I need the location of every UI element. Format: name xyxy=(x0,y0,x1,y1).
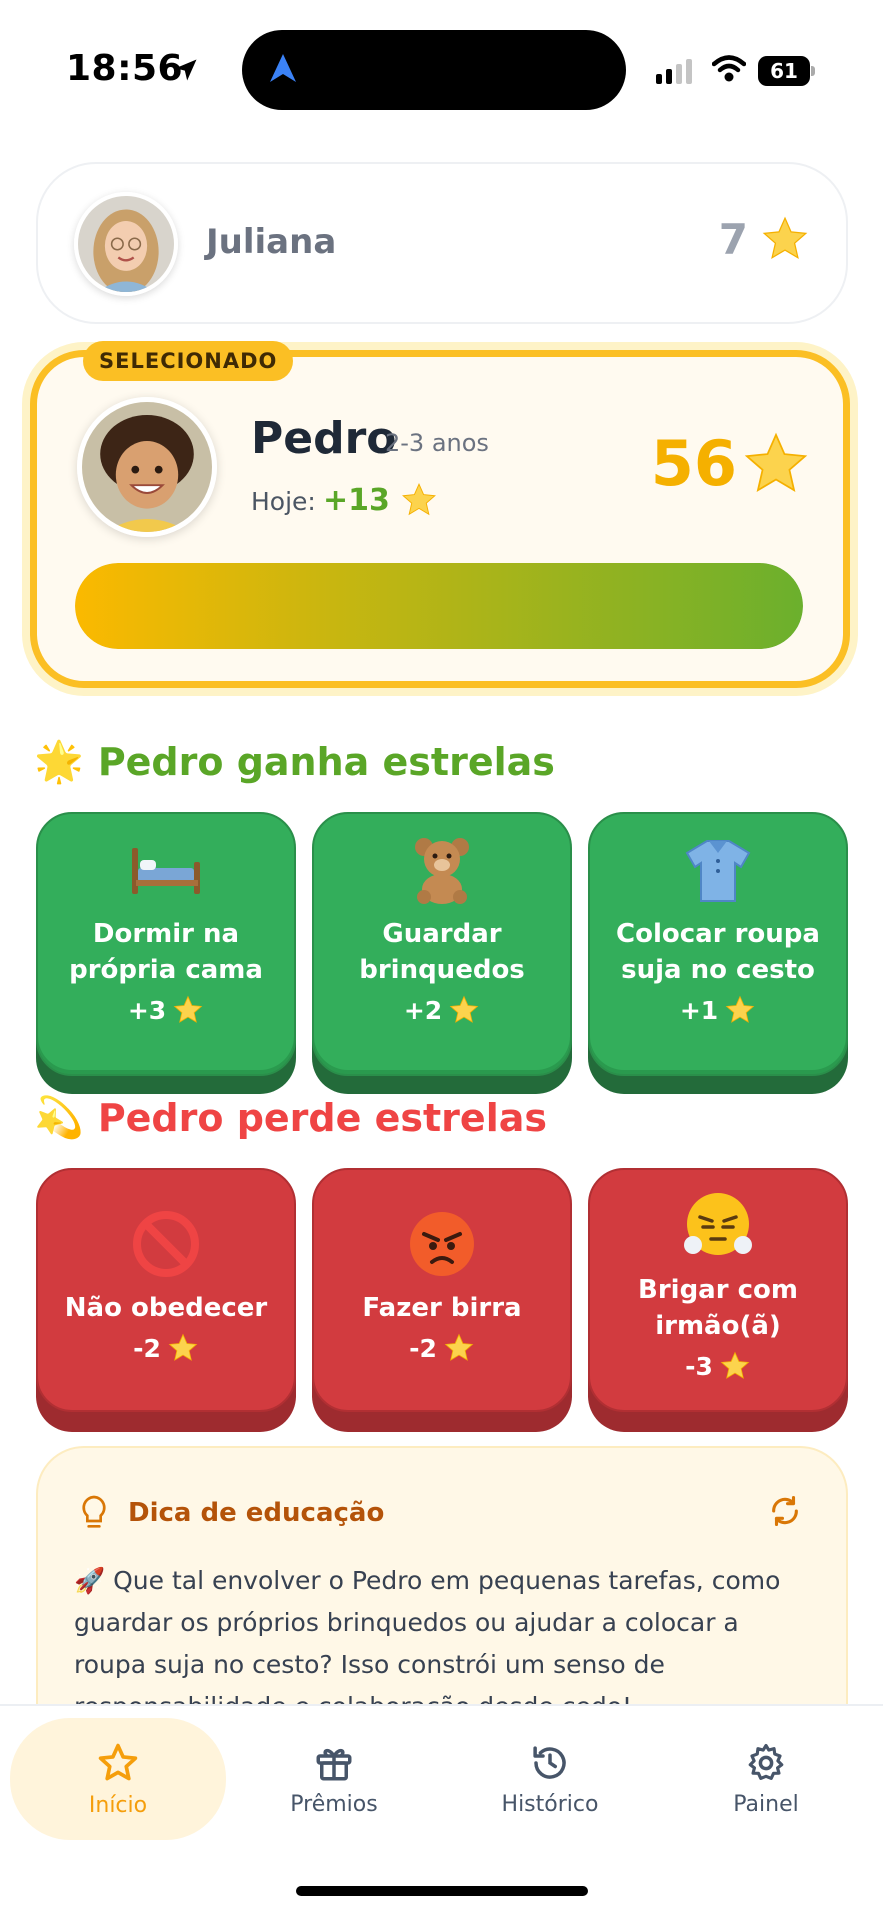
earn-section-title: 🌟 Pedro ganha estrelas xyxy=(34,738,555,785)
dynamic-island xyxy=(242,30,626,110)
battery-tip xyxy=(811,66,815,76)
earn-points: +1 xyxy=(680,994,756,1026)
lose-points: -2 xyxy=(133,1332,199,1364)
total-stars-value: 56 xyxy=(650,427,737,500)
earn-points: +2 xyxy=(404,994,480,1026)
progress-bar xyxy=(75,563,803,649)
nav-label: Painel xyxy=(733,1791,799,1817)
glowing-star-icon: 🌟 xyxy=(34,739,84,785)
wifi-icon xyxy=(712,55,746,82)
nav-label: Histórico xyxy=(501,1791,599,1817)
lose-button-tantrum[interactable]: Fazer birra -2 xyxy=(312,1168,572,1412)
star-icon xyxy=(444,1333,474,1361)
lose-button-fight[interactable]: Brigar com irmão(ã) -3 xyxy=(588,1168,848,1412)
nav-label: Início xyxy=(88,1792,148,1818)
avatar-pedro xyxy=(77,397,217,537)
tip-body: Que tal envolver o Pedro em pequenas tar… xyxy=(74,1566,781,1721)
today-label: Hoje: xyxy=(251,487,316,516)
rocket-icon: 🚀 xyxy=(74,1566,106,1595)
location-arrow-icon xyxy=(175,59,197,81)
status-bar: 18:56 61 xyxy=(0,0,883,140)
selected-badge: SELECIONADO xyxy=(83,341,294,381)
kid-card-juliana[interactable]: Juliana 7 xyxy=(36,162,848,324)
lose-points-value: -3 xyxy=(685,1351,713,1381)
clock: 18:56 xyxy=(66,48,184,89)
lose-label-line1: Fazer birra xyxy=(362,1293,522,1323)
selected-kid-name: Pedro xyxy=(251,413,397,464)
dizzy-icon: 💫 xyxy=(34,1095,84,1141)
nav-item-historico[interactable]: Histórico xyxy=(442,1718,658,1840)
angry-face-icon xyxy=(408,1206,476,1282)
star-icon xyxy=(762,216,808,260)
kid-star-count: 7 xyxy=(719,214,810,264)
star-icon xyxy=(401,482,436,516)
earn-label-line1: Dormir na xyxy=(92,919,240,949)
earn-points-value: +1 xyxy=(679,995,719,1025)
selected-kid-age: 2-3 anos xyxy=(385,429,489,457)
earn-label-line1: Colocar roupa xyxy=(616,919,820,949)
teddy-bear-icon xyxy=(408,832,476,908)
star-icon xyxy=(173,995,203,1023)
star-icon xyxy=(720,1351,750,1379)
lose-points-value: -2 xyxy=(133,1333,161,1363)
progress-bar-fill xyxy=(75,563,803,649)
star-count-value: 7 xyxy=(718,214,748,264)
earn-button-bed[interactable]: Dormir na própria cama +3 xyxy=(36,812,296,1076)
today-value-text: +13 xyxy=(323,482,390,518)
earn-button-laundry[interactable]: Colocar roupa suja no cesto +1 xyxy=(588,812,848,1076)
battery-indicator: 61 xyxy=(758,56,810,86)
steam-face-icon xyxy=(683,1188,753,1264)
today-value: +13 xyxy=(323,481,438,519)
earn-label-line2: brinquedos xyxy=(359,955,525,985)
lose-points: -3 xyxy=(685,1350,751,1382)
tip-text: 🚀 Que tal envolver o Pedro em pequenas t… xyxy=(74,1560,814,1728)
star-icon xyxy=(744,432,808,492)
avatar-juliana xyxy=(74,192,178,296)
bed-icon xyxy=(128,832,204,908)
home-indicator xyxy=(296,1886,588,1896)
lose-label-line2: irmão(ã) xyxy=(655,1311,781,1341)
selected-kid-card[interactable]: SELECIONADO Pedro 2-3 anos Hoje: +13 56 xyxy=(30,341,850,688)
lose-label-line1: Não obedecer xyxy=(64,1293,268,1323)
lose-section-title: 💫 Pedro perde estrelas xyxy=(34,1094,547,1141)
lose-button-disobey[interactable]: Não obedecer -2 xyxy=(36,1168,296,1412)
gift-icon xyxy=(316,1748,352,1780)
earn-label-line2: própria cama xyxy=(69,955,263,985)
nav-item-painel[interactable]: Painel xyxy=(658,1718,874,1840)
earn-points-value: +3 xyxy=(127,995,167,1025)
star-icon xyxy=(449,995,479,1023)
lose-title-text: Pedro perde estrelas xyxy=(97,1095,547,1140)
lose-points: -2 xyxy=(409,1332,475,1364)
nav-label: Prêmios xyxy=(290,1791,378,1817)
earn-button-toys[interactable]: Guardar brinquedos +2 xyxy=(312,812,572,1076)
lightbulb-icon xyxy=(82,1495,106,1528)
refresh-icon[interactable] xyxy=(768,1494,802,1528)
earn-points-value: +2 xyxy=(403,995,443,1025)
shirt-icon xyxy=(683,832,753,908)
star-icon xyxy=(98,1743,138,1780)
lose-points-value: -2 xyxy=(409,1333,437,1363)
gear-icon xyxy=(748,1743,784,1780)
earn-label-line1: Guardar xyxy=(382,919,502,949)
earn-label-line2: suja no cesto xyxy=(621,955,815,985)
navigation-icon xyxy=(270,54,296,82)
star-icon xyxy=(168,1333,198,1361)
nav-item-premios[interactable]: Prêmios xyxy=(226,1718,442,1840)
kid-name: Juliana xyxy=(206,222,337,262)
history-icon xyxy=(533,1745,566,1779)
tip-title: Dica de educação xyxy=(128,1498,385,1528)
nav-item-inicio[interactable]: Início xyxy=(10,1718,226,1840)
earn-title-text: Pedro ganha estrelas xyxy=(97,739,555,784)
lose-label-line1: Brigar com xyxy=(638,1275,798,1305)
total-stars: 56 xyxy=(651,427,811,500)
prohibited-icon xyxy=(132,1206,200,1282)
star-icon xyxy=(725,995,755,1023)
cell-signal-icon xyxy=(656,58,692,84)
earn-points: +3 xyxy=(128,994,204,1026)
